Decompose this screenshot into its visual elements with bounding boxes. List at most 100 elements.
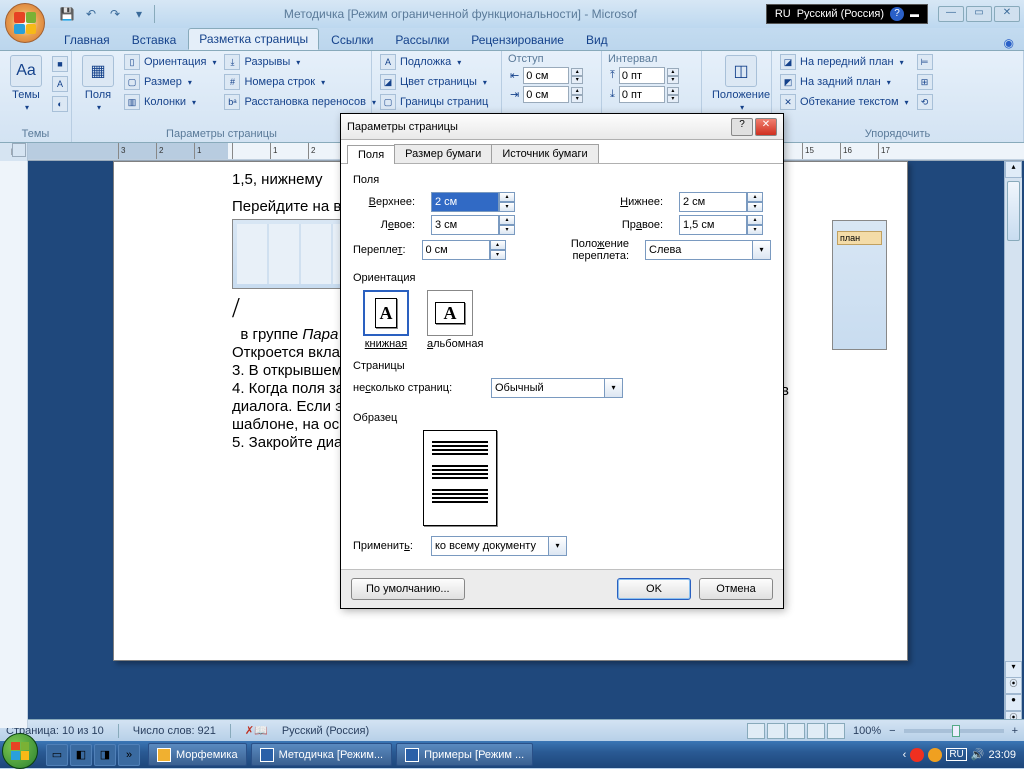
columns-button[interactable]: ▥Колонки▾: [122, 93, 218, 111]
line-numbers-button[interactable]: #Номера строк▾: [222, 73, 378, 91]
theme-effects-icon[interactable]: ◐: [50, 95, 70, 113]
dialog-help-button[interactable]: ?: [731, 118, 753, 136]
task-item-1[interactable]: Морфемика: [148, 743, 247, 766]
dialog-titlebar[interactable]: Параметры страницы ? ✕: [341, 114, 783, 140]
tray-volume-icon[interactable]: 🔊: [971, 748, 985, 761]
watermark-icon: A: [380, 54, 396, 70]
ribbon-tabs: Главная Вставка Разметка страницы Ссылки…: [0, 28, 1024, 51]
vertical-scrollbar[interactable]: ▴ ▾ ⦿ ● ⦿: [1004, 161, 1022, 728]
theme-colors-icon[interactable]: ■: [50, 55, 70, 73]
page-color-icon: ◪: [380, 74, 396, 90]
zoom-level[interactable]: 100%: [853, 725, 881, 737]
minimize-button[interactable]: —: [938, 6, 964, 22]
watermark-button[interactable]: AПодложка▾: [378, 53, 490, 71]
status-language[interactable]: Русский (Россия): [282, 725, 369, 737]
indent-right[interactable]: ⇥▴▾: [508, 86, 595, 103]
size-button[interactable]: ▢Размер▾: [122, 73, 218, 91]
view-web-layout[interactable]: [787, 723, 805, 739]
scroll-down-icon: ▾: [1005, 661, 1022, 678]
orientation-button[interactable]: ▯Ориентация▾: [122, 53, 218, 71]
view-outline[interactable]: [807, 723, 825, 739]
theme-fonts-icon[interactable]: A: [50, 75, 70, 93]
margin-top-input[interactable]: ▴▾: [431, 192, 515, 212]
margin-bottom-input[interactable]: ▴▾: [679, 192, 763, 212]
ribbon-help-icon[interactable]: ◉: [1004, 36, 1024, 50]
page-borders-button[interactable]: ▢Границы страниц: [378, 93, 490, 111]
dialog-close-button[interactable]: ✕: [755, 118, 777, 136]
help-icon[interactable]: ?: [890, 7, 904, 21]
tray-icon-2[interactable]: [928, 748, 942, 762]
send-back-button[interactable]: ◩На задний план▾: [778, 73, 911, 91]
view-full-screen[interactable]: [767, 723, 785, 739]
preview-thumbnail: [423, 430, 497, 526]
zoom-in-button[interactable]: +: [1012, 725, 1018, 737]
tray-lang-icon[interactable]: RU: [946, 748, 966, 761]
view-draft[interactable]: [827, 723, 845, 739]
tab-insert[interactable]: Вставка: [122, 30, 187, 50]
gutter-input[interactable]: ▴▾: [422, 240, 506, 260]
quicklaunch-3[interactable]: ◨: [94, 744, 116, 766]
zoom-slider[interactable]: [904, 729, 1004, 733]
status-words[interactable]: Число слов: 921: [133, 725, 216, 737]
status-proofing-icon[interactable]: ✗📖: [245, 724, 268, 737]
task-item-3[interactable]: Примеры [Режим ...: [396, 743, 533, 766]
tab-review[interactable]: Рецензирование: [461, 30, 574, 50]
text-wrap-icon: ✕: [780, 94, 796, 110]
line-numbers-icon: #: [224, 74, 240, 90]
task-item-2[interactable]: Методичка [Режим...: [251, 743, 393, 766]
breaks-icon: ⤓: [224, 54, 240, 70]
position-button[interactable]: ◫ Положение▾: [708, 53, 774, 114]
margin-left-input[interactable]: ▴▾: [431, 215, 515, 235]
tray-expand-icon[interactable]: ‹: [903, 749, 907, 761]
quicklaunch-2[interactable]: ◧: [70, 744, 92, 766]
rotate-button[interactable]: ⟲: [915, 93, 935, 111]
tab-view[interactable]: Вид: [576, 30, 618, 50]
multiple-pages-select[interactable]: Обычный▾: [491, 378, 623, 398]
quicklaunch-1[interactable]: ▭: [46, 744, 68, 766]
redo-icon[interactable]: ↷: [106, 5, 124, 23]
system-tray[interactable]: ‹ RU 🔊 23:09: [897, 748, 1022, 762]
indent-left[interactable]: ⇤▴▾: [508, 67, 595, 84]
quicklaunch-more[interactable]: »: [118, 744, 140, 766]
tab-page-layout[interactable]: Разметка страницы: [188, 28, 319, 50]
zoom-out-button[interactable]: −: [889, 725, 895, 737]
page-color-button[interactable]: ◪Цвет страницы▾: [378, 73, 490, 91]
tray-icon-1[interactable]: [910, 748, 924, 762]
language-bar[interactable]: RU Русский (Россия) ? ▬: [766, 4, 928, 24]
text-wrap-button[interactable]: ✕Обтекание текстом▾: [778, 93, 911, 111]
qat-customize-icon[interactable]: ▾: [130, 5, 148, 23]
vertical-ruler[interactable]: [0, 161, 28, 728]
tab-home[interactable]: Главная: [54, 30, 120, 50]
view-print-layout[interactable]: [747, 723, 765, 739]
dialog-tab-paper[interactable]: Размер бумаги: [394, 144, 492, 163]
tab-references[interactable]: Ссылки: [321, 30, 383, 50]
orientation-landscape[interactable]: A альбомная: [427, 290, 483, 350]
align-button[interactable]: ⊨: [915, 53, 935, 71]
group-button[interactable]: ⊞: [915, 73, 935, 91]
start-button[interactable]: [2, 733, 38, 769]
tab-mailings[interactable]: Рассылки: [385, 30, 459, 50]
rotate-icon: ⟲: [917, 94, 933, 110]
ok-button[interactable]: OK: [617, 578, 691, 600]
office-button[interactable]: [5, 3, 45, 43]
close-button[interactable]: ✕: [994, 6, 1020, 22]
spacing-before[interactable]: ⤒▴▾: [608, 67, 695, 84]
breaks-button[interactable]: ⤓Разрывы▾: [222, 53, 378, 71]
maximize-button[interactable]: ▭: [966, 6, 992, 22]
dialog-tab-margins[interactable]: Поля: [347, 145, 395, 164]
margin-right-input[interactable]: ▴▾: [679, 215, 763, 235]
spacing-after[interactable]: ⤓▴▾: [608, 86, 695, 103]
save-icon[interactable]: 💾: [58, 5, 76, 23]
bring-front-button[interactable]: ◪На передний план▾: [778, 53, 911, 71]
margins-button[interactable]: ▦ Поля▾: [78, 53, 118, 114]
apply-to-select[interactable]: ко всему документу▾: [431, 536, 567, 556]
dialog-tab-source[interactable]: Источник бумаги: [491, 144, 598, 163]
tray-clock[interactable]: 23:09: [988, 749, 1016, 761]
themes-button[interactable]: Aa Темы▾: [6, 53, 46, 114]
cancel-button[interactable]: Отмена: [699, 578, 773, 600]
gutter-position-select[interactable]: Слева▾: [645, 240, 771, 260]
orientation-portrait[interactable]: A книжная: [363, 290, 409, 350]
undo-icon[interactable]: ↶: [82, 5, 100, 23]
hyphenation-button[interactable]: bᵃРасстановка переносов▾: [222, 93, 378, 111]
default-button[interactable]: По умолчанию...: [351, 578, 465, 600]
